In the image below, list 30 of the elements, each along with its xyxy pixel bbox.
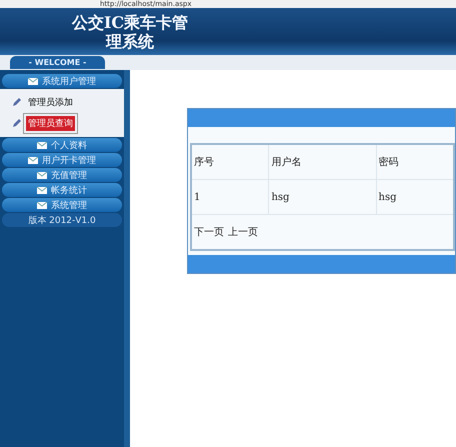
- table-cell: 1: [191, 180, 269, 214]
- system-title: 公交IC乘车卡管理系统: [70, 12, 190, 50]
- menu-group-label: 帐务统计: [51, 184, 87, 196]
- envelope-icon: [28, 78, 38, 84]
- menu-group[interactable]: 系统用户管理: [2, 74, 122, 88]
- pager-link[interactable]: 下一页: [194, 227, 224, 238]
- table-cell: hsg: [268, 180, 376, 214]
- submenu-link[interactable]: 管理员添加: [26, 95, 75, 110]
- menu-group-label: 系统用户管理: [42, 76, 96, 88]
- envelope-icon: [28, 156, 38, 164]
- pencil-icon: [12, 98, 21, 107]
- menu-group-label: 充值管理: [51, 170, 87, 182]
- column-header: 用户名: [268, 144, 376, 180]
- menu-group[interactable]: 充值管理: [2, 168, 122, 182]
- pencil-icon: [12, 119, 21, 128]
- pager-link[interactable]: 上一页: [228, 227, 258, 238]
- envelope-icon: [37, 142, 47, 148]
- menu-group[interactable]: 个人资料: [2, 138, 122, 152]
- menu-group-label: 个人资料: [51, 140, 87, 152]
- menu-group[interactable]: 用户开卡管理: [2, 153, 122, 167]
- envelope-icon: [37, 172, 47, 178]
- submenu-link[interactable]: 管理员查询: [26, 116, 75, 131]
- menu-group-label: 用户开卡管理: [42, 154, 96, 166]
- menu-group[interactable]: 系统管理: [2, 198, 122, 212]
- column-header: 序号: [191, 144, 269, 180]
- envelope-icon: [37, 202, 47, 208]
- envelope-icon: [37, 186, 47, 194]
- version-label: 版本 2012-V1.0: [2, 213, 122, 227]
- menu-group-label: 系统管理: [51, 200, 87, 212]
- menu-group[interactable]: 帐务统计: [2, 183, 122, 197]
